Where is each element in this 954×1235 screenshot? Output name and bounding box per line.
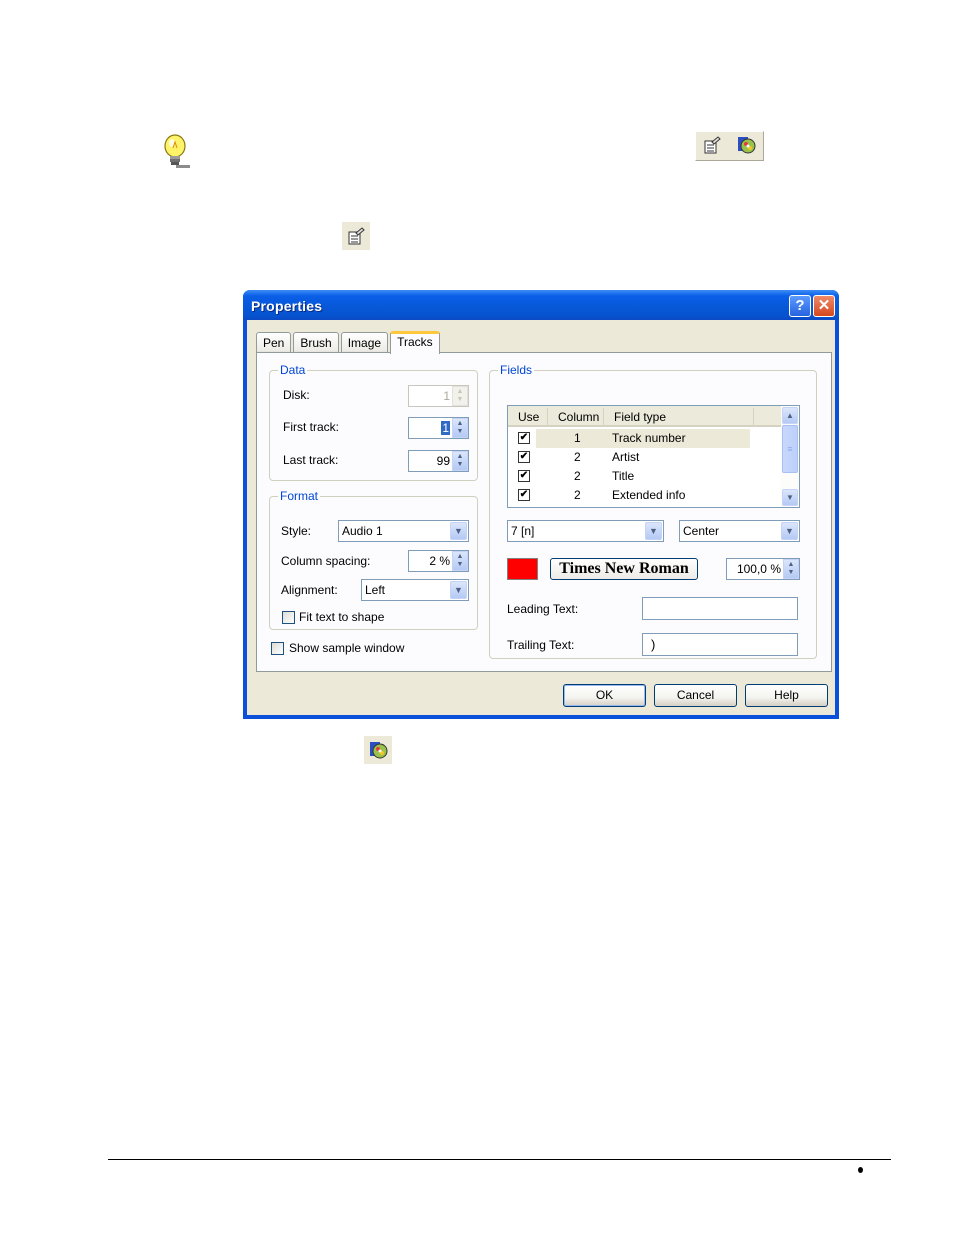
field-align-value: Center: [683, 524, 720, 538]
footer-bullet: [858, 1167, 863, 1173]
field-type-value: Artist: [612, 450, 640, 464]
column-header-use[interactable]: Use: [508, 408, 548, 425]
disk-spinbox: 1 ▲ ▼: [408, 385, 469, 407]
column-value: 2: [574, 450, 581, 464]
chevron-down-icon[interactable]: ▼: [450, 522, 467, 540]
first-track-label: First track:: [283, 420, 339, 434]
number-format-combo[interactable]: 7 [n] ▼: [507, 520, 664, 542]
trailing-text-label: Trailing Text:: [507, 638, 575, 652]
style-combo[interactable]: Audio 1 ▼: [338, 520, 469, 542]
tab-brush[interactable]: Brush: [293, 332, 339, 353]
number-format-value: 7 [n]: [511, 524, 535, 538]
show-sample-checkbox[interactable]: [271, 642, 284, 655]
list-item[interactable]: ✔ 2 Artist: [508, 448, 781, 467]
data-group: Data Disk: 1 ▲ ▼ First track: 1 ▲ ▼ Last t…: [269, 363, 478, 481]
color-swatch[interactable]: [507, 558, 538, 580]
footer-rule: [108, 1159, 891, 1160]
tab-strip: Pen Brush Image Tracks: [256, 329, 442, 354]
first-track-spinbox[interactable]: 1 ▲ ▼: [408, 417, 469, 439]
close-button[interactable]: ✕: [813, 295, 835, 317]
properties-icon[interactable]: [342, 222, 370, 250]
help-title-button[interactable]: ?: [789, 295, 811, 317]
ok-button[interactable]: OK: [563, 684, 646, 707]
dialog-titlebar[interactable]: Properties ? ✕: [243, 290, 839, 320]
alignment-label: Alignment:: [281, 583, 338, 597]
cd-cover-icon[interactable]: [735, 134, 757, 159]
tracks-panel: Data Disk: 1 ▲ ▼ First track: 1 ▲ ▼ Last t…: [256, 352, 832, 672]
font-size-value[interactable]: 100,0 %: [727, 562, 783, 576]
spin-arrows-icon[interactable]: ▲ ▼: [783, 559, 799, 579]
scroll-thumb[interactable]: ≡: [782, 425, 798, 473]
format-group: Format Style: Audio 1 ▼ Column spacing: …: [269, 489, 478, 630]
use-checkbox[interactable]: ✔: [518, 470, 530, 482]
data-group-legend: Data: [278, 363, 308, 377]
use-checkbox[interactable]: ✔: [518, 432, 530, 444]
help-button[interactable]: Help: [745, 684, 828, 707]
tab-image[interactable]: Image: [340, 332, 389, 353]
dialog-client: Pen Brush Image Tracks Data Disk: 1 ▲ ▼ F…: [247, 320, 835, 715]
spin-arrows-icon[interactable]: ▲ ▼: [452, 418, 468, 438]
cd-cover-icon[interactable]: [364, 736, 392, 764]
column-value: 2: [574, 488, 581, 502]
disk-value: 1: [443, 389, 450, 403]
fit-text-checkbox[interactable]: [282, 611, 295, 624]
column-value: 1: [574, 431, 581, 445]
use-checkbox[interactable]: ✔: [518, 451, 530, 463]
spin-arrows-icon[interactable]: ▲ ▼: [452, 551, 468, 571]
toolbar-icon-group: [695, 131, 764, 161]
scroll-up-icon[interactable]: ▲: [782, 407, 798, 424]
fields-group-legend: Fields: [498, 363, 535, 377]
list-item[interactable]: ✔ 2 Title: [508, 467, 781, 486]
leading-text-label: Leading Text:: [507, 602, 579, 616]
use-checkbox[interactable]: ✔: [518, 489, 530, 501]
disk-label: Disk:: [283, 388, 310, 402]
properties-icon[interactable]: [702, 135, 722, 158]
last-track-value[interactable]: 99: [409, 454, 452, 468]
trailing-text-input[interactable]: ): [642, 633, 798, 656]
chevron-down-icon[interactable]: ▼: [781, 522, 798, 540]
last-track-spinbox[interactable]: 99 ▲ ▼: [408, 450, 469, 472]
leading-text-input[interactable]: [642, 597, 798, 620]
field-align-combo[interactable]: Center ▼: [679, 520, 800, 542]
column-spacing-spinbox[interactable]: 2 % ▲ ▼: [408, 550, 469, 572]
first-track-value[interactable]: 1: [441, 421, 450, 435]
last-track-label: Last track:: [283, 453, 339, 467]
field-type-value: Track number: [612, 431, 686, 445]
scroll-down-icon[interactable]: ▼: [782, 489, 798, 506]
spin-arrows-icon: ▲ ▼: [452, 386, 468, 406]
chevron-down-icon[interactable]: ▼: [645, 522, 662, 540]
format-group-legend: Format: [278, 489, 321, 503]
listview-header: Use Column Field type: [508, 406, 781, 427]
column-header-column[interactable]: Column: [548, 408, 604, 425]
chevron-down-icon[interactable]: ▼: [450, 581, 467, 599]
lightbulb-icon: [158, 134, 194, 170]
style-value: Audio 1: [342, 524, 383, 538]
listview-scrollbar[interactable]: ▲ ≡ ▼: [781, 406, 799, 507]
fields-listview[interactable]: Use Column Field type ✔ 1 Track number ✔…: [507, 405, 800, 508]
column-spacing-label: Column spacing:: [281, 554, 371, 568]
list-item[interactable]: ✔ 2 Extended info: [508, 486, 781, 505]
tab-tracks[interactable]: Tracks: [390, 331, 440, 354]
alignment-combo[interactable]: Left ▼: [361, 579, 469, 601]
field-type-value: Extended info: [612, 488, 686, 502]
fields-group: Fields Use Column Field type ✔ 1 Track n…: [489, 363, 817, 659]
properties-dialog: Properties ? ✕ Pen Brush Image Tracks Da…: [243, 290, 839, 719]
spin-arrows-icon[interactable]: ▲ ▼: [452, 451, 468, 471]
cancel-button[interactable]: Cancel: [654, 684, 737, 707]
dialog-title: Properties: [251, 298, 323, 314]
tab-pen[interactable]: Pen: [256, 332, 292, 353]
font-button[interactable]: Times New Roman: [550, 558, 698, 580]
show-sample-label: Show sample window: [289, 641, 405, 655]
field-type-value: Title: [612, 469, 635, 483]
column-value: 2: [574, 469, 581, 483]
alignment-value: Left: [365, 583, 386, 597]
column-spacing-value[interactable]: 2 %: [409, 554, 452, 568]
style-label: Style:: [281, 524, 312, 538]
fit-text-label: Fit text to shape: [299, 610, 385, 624]
list-item[interactable]: ✔ 1 Track number: [508, 429, 781, 448]
font-size-spinbox[interactable]: 100,0 % ▲ ▼: [726, 558, 800, 580]
column-header-field-type[interactable]: Field type: [604, 408, 754, 425]
